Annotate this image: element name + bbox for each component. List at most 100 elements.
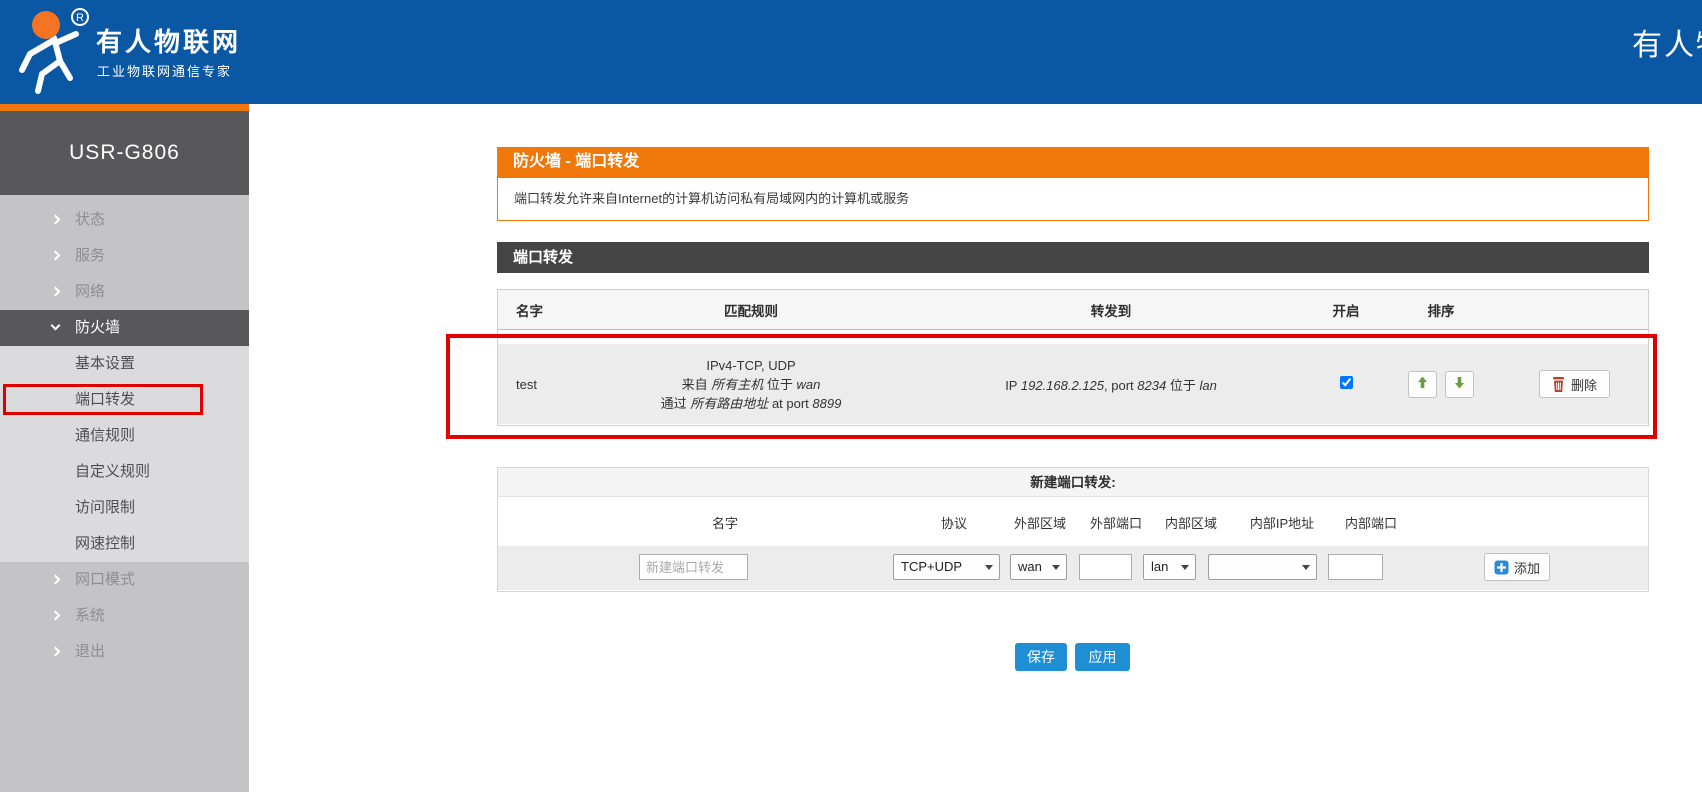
sidebar-item-basic-settings[interactable]: 基本设置 <box>0 346 249 382</box>
sidebar-item-speed-control[interactable]: 网速控制 <box>0 526 249 562</box>
rule-match: IPv4-TCP, UDP 来自 所有主机 位于 wan 通过 所有路由地址 a… <box>591 356 911 413</box>
sidebar-item-label: 状态 <box>75 202 105 238</box>
sidebar-item-label: 访问限制 <box>75 490 135 526</box>
match-port-text: 8899 <box>812 396 841 411</box>
match-zone-text: wan <box>797 377 821 392</box>
reg-mark-glyph: R <box>76 12 84 24</box>
chevron-right-icon <box>51 215 61 225</box>
forward-port-value: 8234 <box>1137 378 1166 393</box>
sidebar-item-port-mode[interactable]: 网口模式 <box>0 562 249 598</box>
sidebar-item-label: 端口转发 <box>75 382 135 418</box>
match-protocol: IPv4-TCP, UDP <box>591 356 911 375</box>
new-forward-controls: TCP+UDP wan lan 添加 <box>498 546 1648 590</box>
sidebar-item-label: 网口模式 <box>75 562 135 598</box>
chevron-right-icon <box>51 647 61 657</box>
sidebar-item-services[interactable]: 服务 <box>0 238 249 274</box>
sidebar-item-firewall[interactable]: 防火墙 <box>0 310 249 346</box>
move-up-button[interactable] <box>1408 371 1437 398</box>
screen: R 有人物联网 工业物联网通信专家 有人物 USR-G806 状态 服务 网络 … <box>0 0 1702 792</box>
ext-zone-select-value: wan <box>1018 559 1042 574</box>
match-via-text: 通过 <box>661 396 687 411</box>
label-ext-port: 外部端口 <box>1090 513 1142 532</box>
rule-sort-cell <box>1381 371 1501 398</box>
sidebar-item-custom-rules[interactable]: 自定义规则 <box>0 454 249 490</box>
label-int-zone: 内部区域 <box>1165 513 1217 532</box>
page-description: 端口转发允许来自Internet的计算机访问私有局域网内的计算机或服务 <box>497 177 1649 221</box>
device-name: USR-G806 <box>0 111 249 195</box>
ext-zone-select[interactable]: wan <box>1010 554 1067 580</box>
label-name: 名字 <box>712 513 738 532</box>
chevron-right-icon <box>51 575 61 585</box>
col-header-name: 名字 <box>498 300 591 320</box>
sidebar-item-network[interactable]: 网络 <box>0 274 249 310</box>
add-icon <box>1494 560 1509 575</box>
rule-name: test <box>498 377 591 392</box>
chevron-right-icon <box>51 287 61 297</box>
enable-checkbox[interactable] <box>1340 376 1353 389</box>
sidebar-item-label: 网络 <box>75 274 105 310</box>
brand-title: 有人物联网 <box>96 22 241 59</box>
add-button[interactable]: 添加 <box>1484 553 1550 581</box>
match-at-text: 位于 <box>767 377 793 392</box>
apply-button[interactable]: 应用 <box>1075 643 1130 671</box>
sidebar-item-logout[interactable]: 退出 <box>0 634 249 670</box>
section-title: 端口转发 <box>497 242 1649 273</box>
match-via: 通过 所有路由地址 at port 8899 <box>591 394 911 413</box>
col-header-match: 匹配规则 <box>591 300 911 320</box>
rule-forward-to: IP 192.168.2.125, port 8234 位于 lan <box>911 375 1311 394</box>
header-watermark-text: 有人物 <box>1632 20 1702 64</box>
col-header-sort: 排序 <box>1381 300 1501 320</box>
delete-button-label: 删除 <box>1571 375 1597 394</box>
sidebar-item-label: 网速控制 <box>75 526 135 562</box>
match-from-text: 来自 <box>682 377 708 392</box>
int-port-input[interactable] <box>1328 554 1383 580</box>
forward-ip-label: IP <box>1005 378 1017 393</box>
rule-action-cell: 删除 <box>1501 370 1648 398</box>
forward-zone-value: lan <box>1199 378 1216 393</box>
sidebar-item-label: 退出 <box>75 634 105 670</box>
sidebar-item-label: 服务 <box>75 238 105 274</box>
sidebar-item-status[interactable]: 状态 <box>0 202 249 238</box>
match-host-text: 所有主机 <box>711 377 763 392</box>
trash-icon <box>1552 377 1565 392</box>
ext-port-input[interactable] <box>1079 554 1132 580</box>
new-name-input[interactable] <box>639 554 748 580</box>
save-button[interactable]: 保存 <box>1015 643 1067 671</box>
sidebar: USR-G806 状态 服务 网络 防火墙 基本设置 端口转发 <box>0 111 249 792</box>
usr-logo-icon: R <box>8 4 92 96</box>
arrow-down-icon <box>1454 376 1465 389</box>
table-row: test IPv4-TCP, UDP 来自 所有主机 位于 wan 通过 所有路… <box>498 344 1648 424</box>
forward-ip-value: 192.168.2.125 <box>1021 378 1104 393</box>
sidebar-item-system[interactable]: 系统 <box>0 598 249 634</box>
sidebar-item-label: 通信规则 <box>75 418 135 454</box>
protocol-select[interactable]: TCP+UDP <box>893 554 1000 580</box>
sidebar-item-label: 自定义规则 <box>75 454 150 490</box>
forward-at-text: 位于 <box>1170 378 1196 393</box>
table-spacer <box>498 330 1648 344</box>
match-port-prefix-text: at port <box>772 396 809 411</box>
page-title: 防火墙 - 端口转发 <box>497 147 1649 177</box>
int-ip-select[interactable] <box>1208 554 1317 580</box>
move-down-button[interactable] <box>1445 371 1474 398</box>
chevron-down-icon <box>51 321 61 331</box>
sidebar-item-label: 防火墙 <box>75 310 120 346</box>
label-int-ip: 内部IP地址 <box>1250 513 1314 532</box>
protocol-select-value: TCP+UDP <box>901 559 962 574</box>
arrow-up-icon <box>1417 376 1428 389</box>
new-forward-section: 新建端口转发: 名字 协议 外部区域 外部端口 内部区域 内部IP地址 内部端口… <box>497 467 1649 592</box>
rule-enable-cell <box>1311 376 1381 392</box>
add-button-label: 添加 <box>1514 558 1540 577</box>
sidebar-item-access-restriction[interactable]: 访问限制 <box>0 490 249 526</box>
chevron-right-icon <box>51 611 61 621</box>
sidebar-menu: 状态 服务 网络 防火墙 基本设置 端口转发 通信规则 <box>0 202 249 670</box>
delete-button[interactable]: 删除 <box>1539 370 1610 398</box>
sidebar-item-label: 基本设置 <box>75 346 135 382</box>
sidebar-item-traffic-rules[interactable]: 通信规则 <box>0 418 249 454</box>
int-zone-select-value: lan <box>1151 559 1168 574</box>
int-zone-select[interactable]: lan <box>1143 554 1196 580</box>
port-forward-table: 名字 匹配规则 转发到 开启 排序 test IPv4-TCP, UDP 来自 … <box>497 289 1649 426</box>
sidebar-item-port-forwarding[interactable]: 端口转发 <box>0 382 249 418</box>
col-header-enable: 开启 <box>1311 300 1381 320</box>
label-ext-zone: 外部区域 <box>1014 513 1066 532</box>
new-forward-labels: 名字 协议 外部区域 外部端口 内部区域 内部IP地址 内部端口 <box>498 497 1648 546</box>
